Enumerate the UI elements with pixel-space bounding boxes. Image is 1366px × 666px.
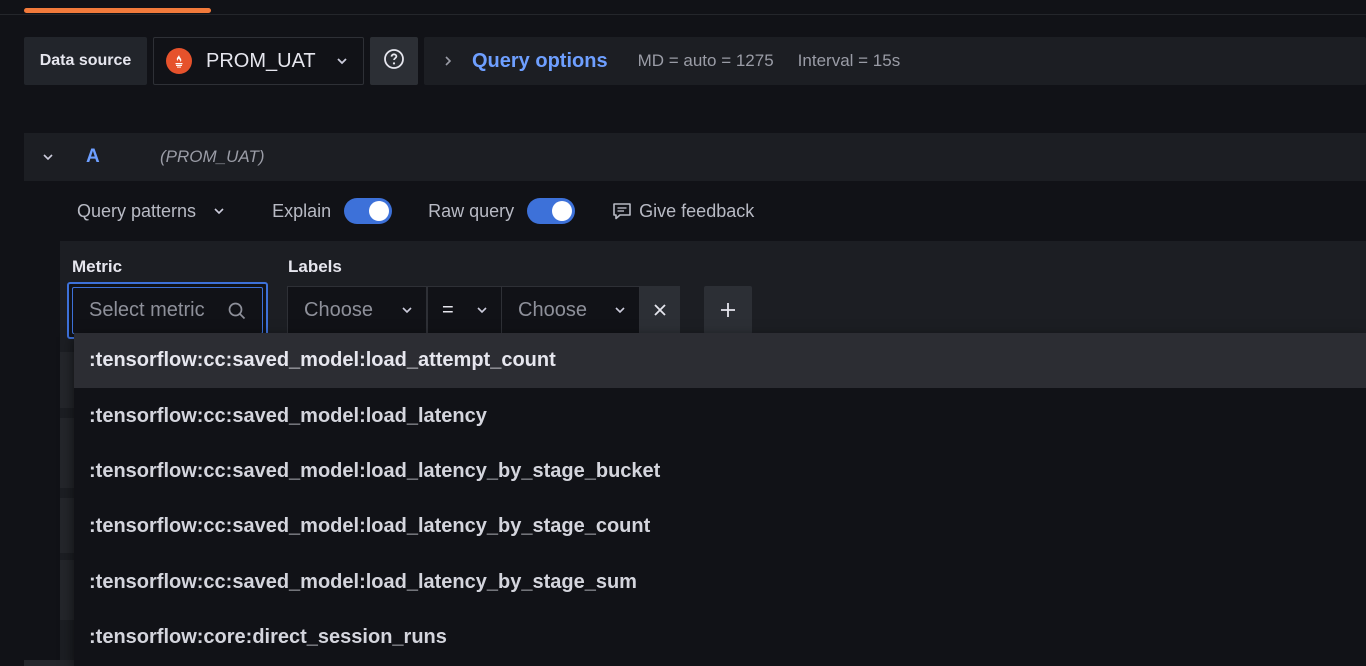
active-tab-indicator [24,8,211,13]
label-operator-value: = [442,298,454,321]
metric-option[interactable]: :tensorflow:cc:saved_model:load_latency_… [74,444,1366,499]
metric-section-label: Metric [72,257,123,276]
comment-icon [611,200,633,222]
label-key-value: Choose [304,298,373,321]
operation-block [60,352,74,408]
plus-icon [719,301,737,319]
metric-option[interactable]: :tensorflow:cc:saved_model:load_attempt_… [74,333,1366,389]
datasource-label: Data source [24,37,147,85]
explain-toggle-group: Explain [272,198,393,224]
operation-block [60,560,74,620]
label-value-select[interactable]: Choose [501,286,640,334]
collapse-chevron-icon[interactable] [24,150,72,164]
chevron-down-icon [329,54,355,68]
metric-option[interactable]: :tensorflow:cc:saved_model:load_latency [74,388,1366,443]
datasource-name: PROM_UAT [206,49,316,72]
query-patterns-label: Query patterns [77,200,197,221]
question-circle-icon [383,48,405,75]
operation-block [60,418,74,488]
tab-strip [0,0,1366,15]
max-data-points-info: MD = auto = 1275 [637,51,774,70]
chevron-down-icon [400,303,414,317]
chevron-down-icon [613,303,627,317]
give-feedback-link[interactable]: Give feedback [611,200,754,222]
metric-option[interactable]: :tensorflow:cc:saved_model:load_latency_… [74,499,1366,554]
explain-label: Explain [272,200,332,221]
remove-label-button[interactable] [640,286,680,334]
metric-option[interactable]: :tensorflow:cc:saved_model:load_latency_… [74,555,1366,610]
operation-block [24,660,74,666]
raw-query-toggle-group: Raw query [428,198,576,224]
query-row-header[interactable]: A (PROM_UAT) [24,133,1366,181]
metric-search-input[interactable] [89,299,219,322]
search-icon [227,301,247,321]
metric-option[interactable]: :tensorflow:core:direct_session_runs [74,610,1366,665]
raw-query-toggle[interactable] [527,198,576,224]
query-ref-id[interactable]: A [86,146,160,168]
metric-dropdown-list: :tensorflow:cc:saved_model:load_attempt_… [74,333,1366,666]
datasource-help-button[interactable] [370,37,418,85]
chevron-down-icon [475,303,489,317]
toggle-knob [369,201,390,221]
datasource-picker[interactable]: PROM_UAT [153,37,364,85]
query-patterns-button[interactable]: Query patterns [60,201,226,222]
label-value-value: Choose [518,298,587,321]
operation-block [60,498,74,553]
query-options-title[interactable]: Query options [472,50,608,73]
labels-section-label: Labels [288,257,342,276]
add-label-button[interactable] [704,286,752,334]
chevron-down-icon [212,204,226,218]
metric-select[interactable] [67,282,268,339]
toggle-knob [552,201,573,221]
prometheus-logo-icon [166,48,192,74]
label-key-select[interactable]: Choose [287,286,427,334]
chevron-right-icon [424,54,472,68]
query-builder-toolbar: Query patterns Explain Raw query Give fe… [60,190,754,232]
raw-query-label: Raw query [428,200,515,221]
give-feedback-label: Give feedback [639,200,755,221]
explain-toggle[interactable] [344,198,393,224]
query-datasource-name: (PROM_UAT) [160,147,265,166]
interval-info: Interval = 15s [797,51,901,70]
query-options-bar[interactable]: Query options MD = auto = 1275 Interval … [424,37,1366,85]
close-icon [653,303,667,317]
label-operator-select[interactable]: = [427,286,502,334]
